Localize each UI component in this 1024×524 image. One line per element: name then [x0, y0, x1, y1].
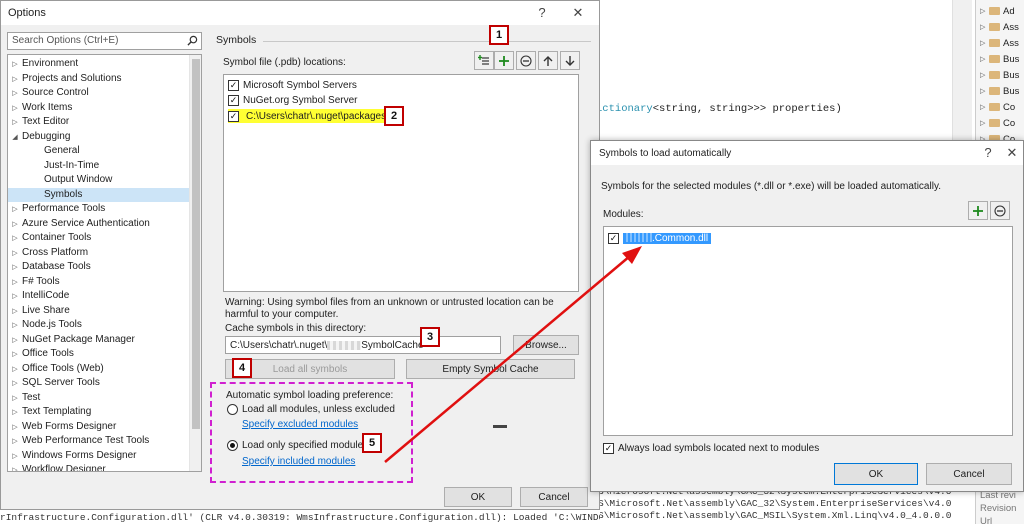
- marker-2: 2: [384, 106, 404, 126]
- marker-3: 3: [420, 327, 440, 347]
- marker-5: 5: [362, 433, 382, 453]
- annotation-arrow: [384, 246, 642, 463]
- marker-1: 1: [489, 25, 509, 45]
- marker-4: 4: [232, 358, 252, 378]
